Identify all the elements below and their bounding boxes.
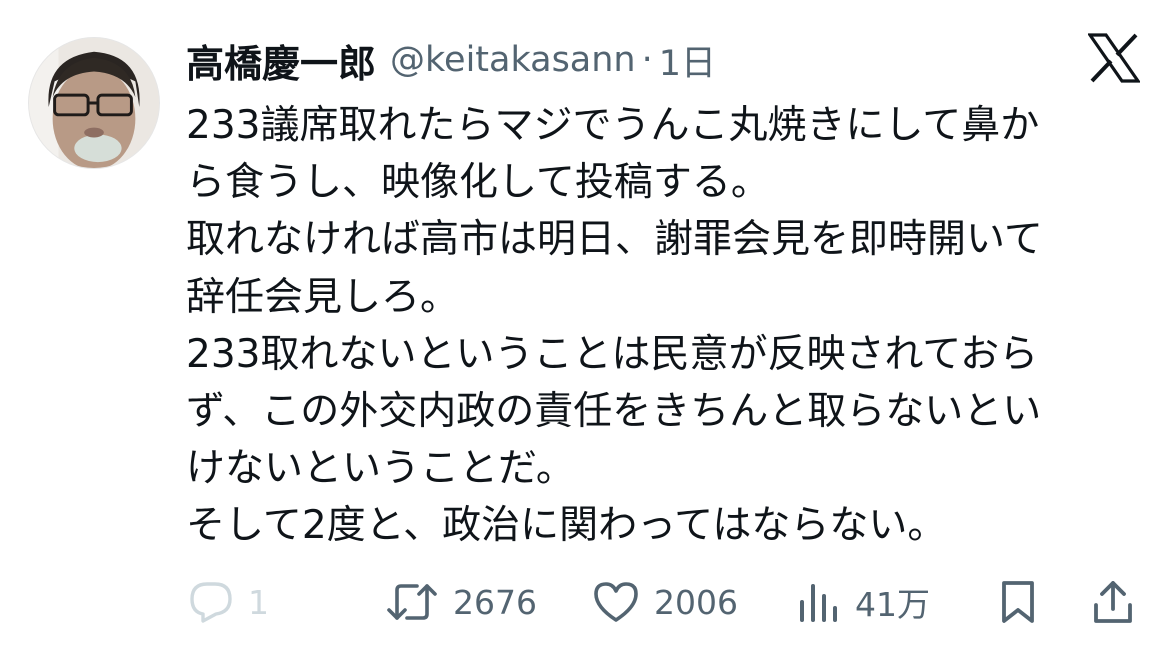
tweet-text-line: そして2度と、政治に関わってはならない。 <box>186 503 947 549</box>
action-bar: 1 2676 2006 41万 <box>0 572 1170 632</box>
heart-icon <box>594 582 638 622</box>
views-count: 41万 <box>855 585 930 624</box>
like-count: 2006 <box>654 582 738 622</box>
views-icon <box>800 584 837 622</box>
tweet-header: 高橋慶一郎 @keitakasann · 1日 <box>186 30 716 90</box>
tweet-text-line: 233取れないということは民意が反映されておら <box>186 331 1039 377</box>
views-button[interactable]: 41万 <box>797 572 930 632</box>
tweet-text-line: ず、この外交内政の責任をきちんと取らないとい <box>186 389 1042 435</box>
reply-icon <box>190 582 232 623</box>
tweet-text-line: 辞任会見しろ。 <box>186 274 460 320</box>
retweet-icon <box>387 584 437 620</box>
bookmark-icon <box>1002 581 1034 623</box>
retweet-button[interactable]: 2676 <box>385 572 537 632</box>
tweet-text: 233議席取れたらマジでうんこ丸焼きにして鼻か ら食うし、映像化して投稿する。 … <box>186 97 1146 555</box>
user-handle[interactable]: @keitakasann <box>390 40 636 80</box>
x-logo-icon[interactable] <box>1086 33 1142 83</box>
share-icon <box>1094 581 1132 623</box>
avatar[interactable] <box>28 37 160 169</box>
reply-button[interactable]: 1 <box>188 572 269 632</box>
like-button[interactable]: 2006 <box>592 572 738 632</box>
separator-dot: · <box>641 40 653 80</box>
tweet-text-line: 233議席取れたらマジでうんこ丸焼きにして鼻か <box>186 103 1040 148</box>
tweet-text-line: 取れなければ高市は明日、謝罪会見を即時開いて <box>186 217 1043 263</box>
bookmark-button[interactable] <box>998 572 1038 632</box>
share-button[interactable] <box>1092 572 1134 632</box>
reply-count: 1 <box>248 582 269 622</box>
display-name[interactable]: 高橋慶一郎 <box>186 33 376 88</box>
tweet-text-line: けないということだ。 <box>186 446 575 492</box>
tweet-text-line: ら食うし、映像化して投稿する。 <box>186 160 770 206</box>
avatar-photo <box>29 38 159 168</box>
retweet-count: 2676 <box>453 582 537 622</box>
timestamp[interactable]: 1日 <box>659 35 716 86</box>
